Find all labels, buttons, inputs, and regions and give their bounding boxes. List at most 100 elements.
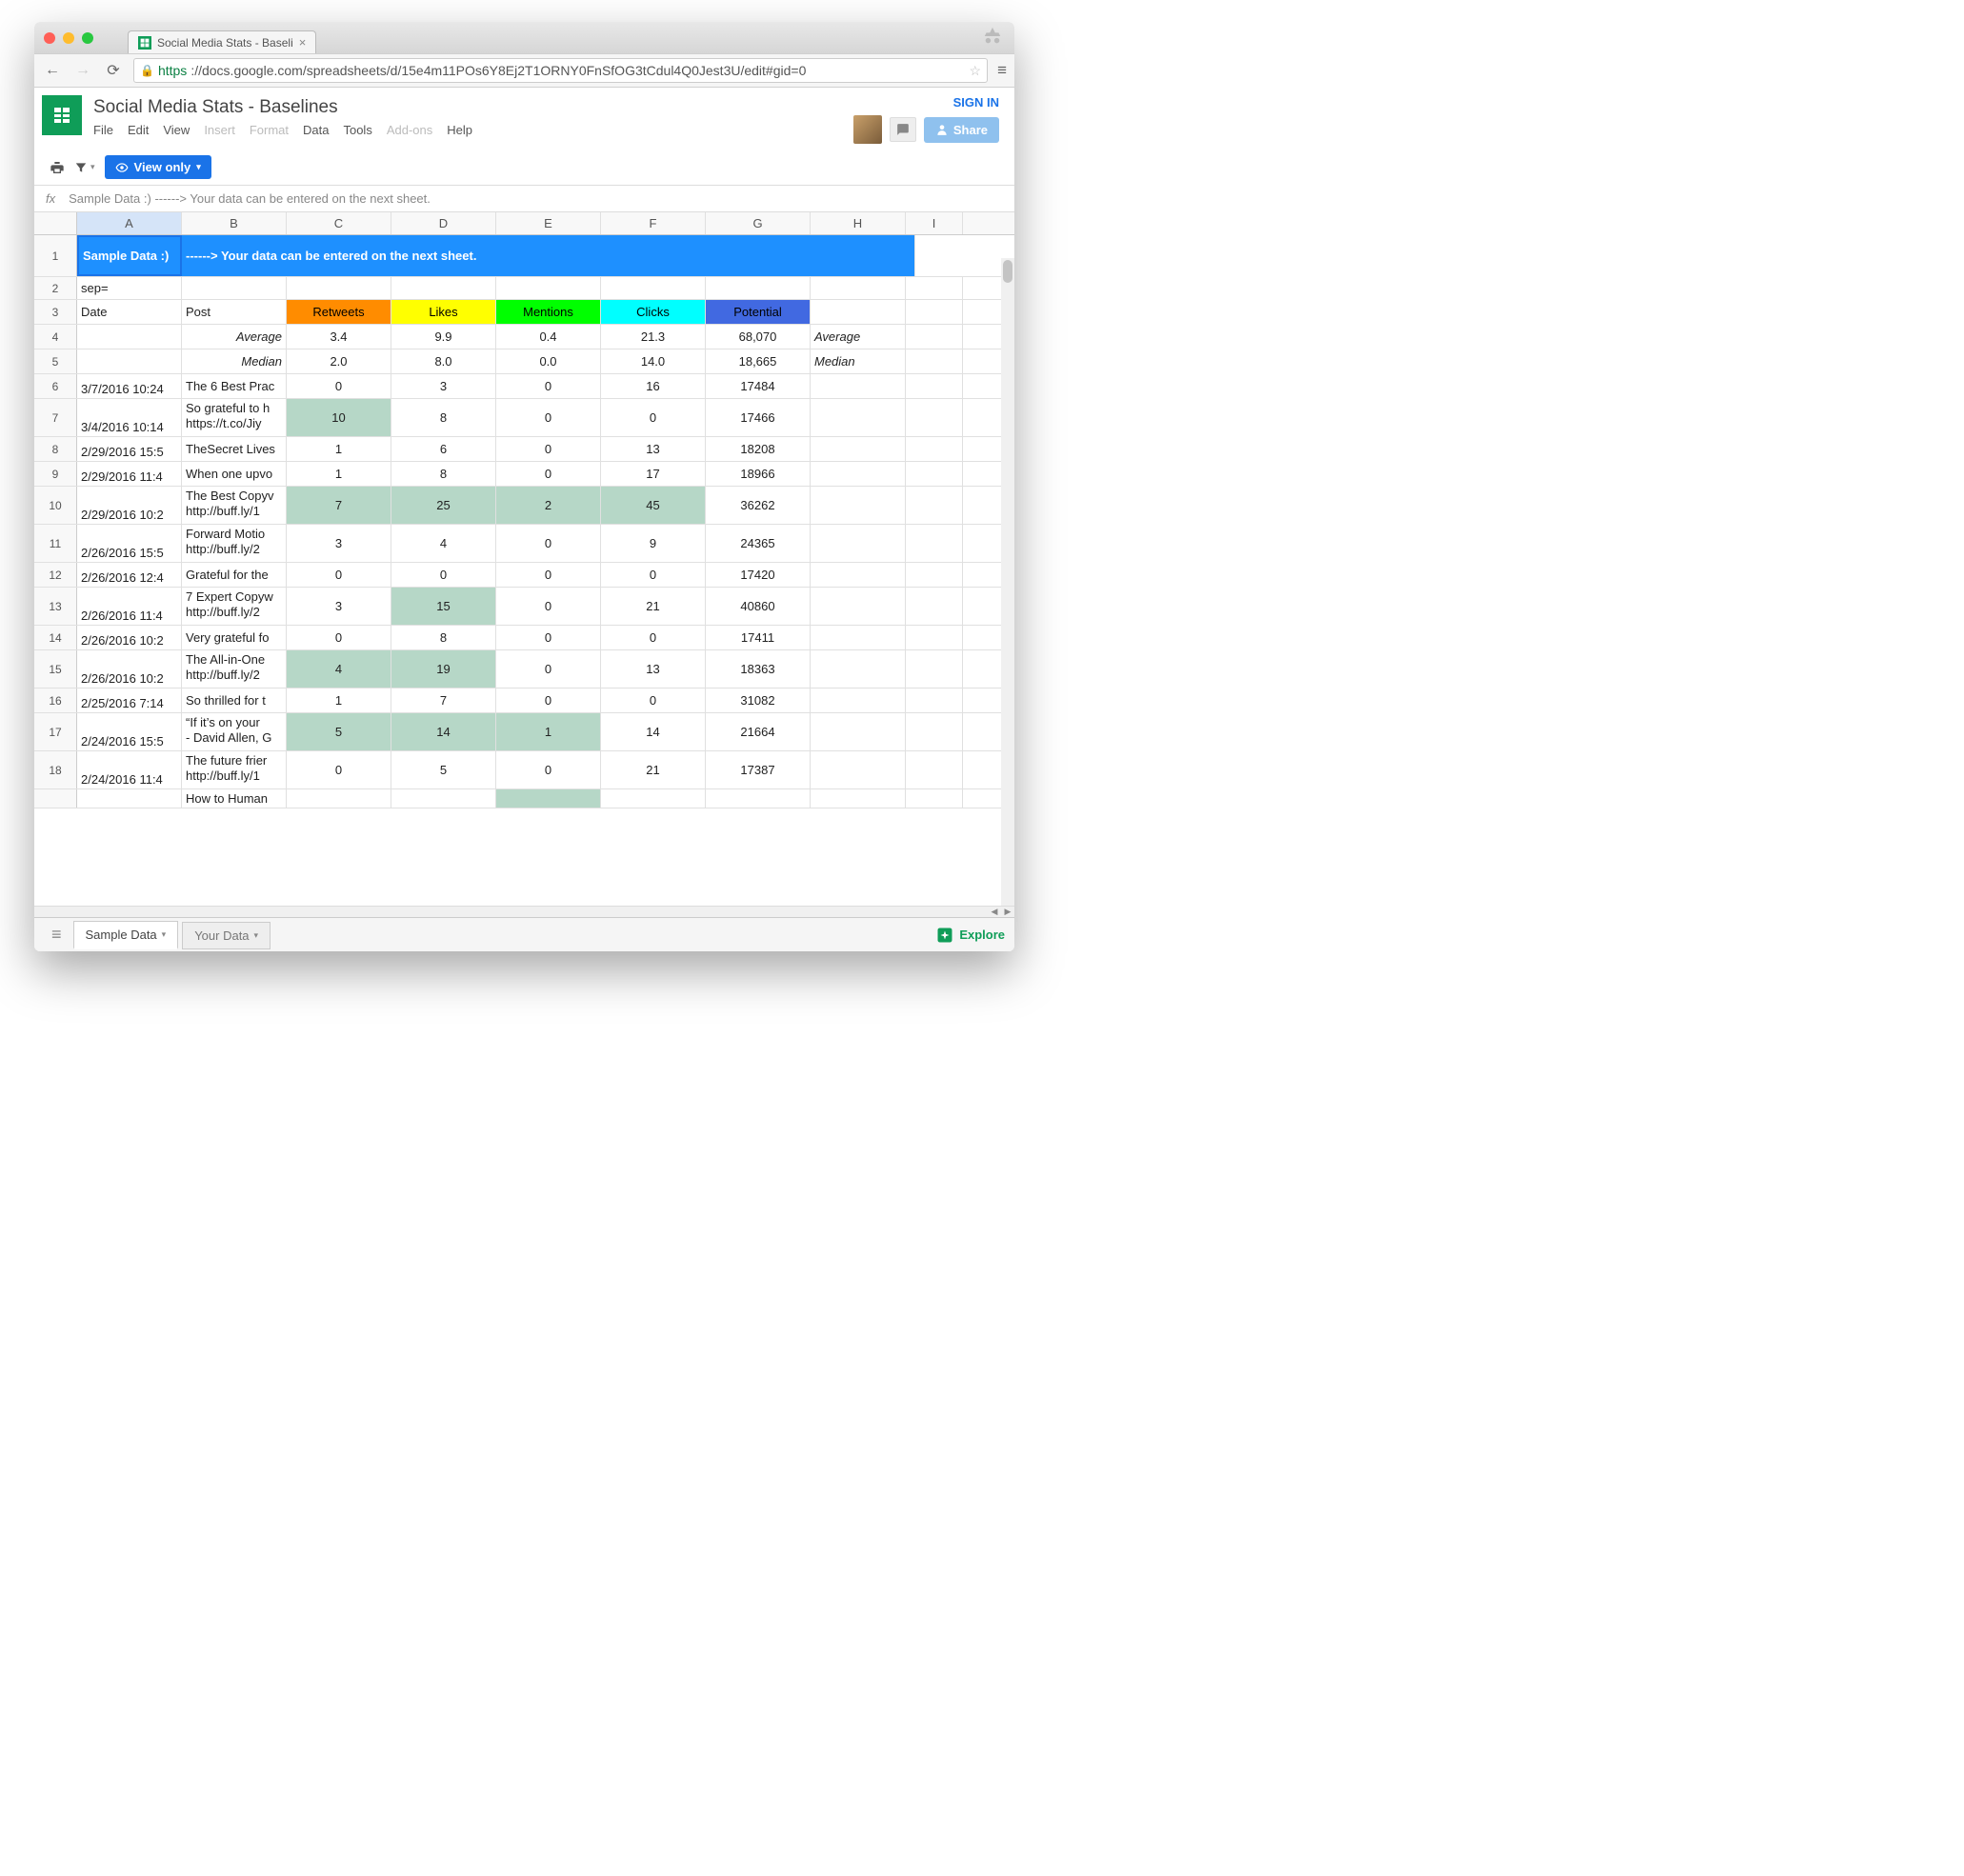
cell[interactable]	[287, 789, 391, 808]
cell[interactable]	[906, 525, 963, 562]
cell[interactable]: 14	[601, 713, 706, 750]
row-header[interactable]: 6	[34, 374, 77, 398]
cell[interactable]	[811, 626, 906, 649]
bookmark-star-icon[interactable]: ☆	[970, 63, 982, 79]
cell[interactable]: 0	[601, 399, 706, 436]
col-C[interactable]: C	[287, 212, 391, 234]
hdr-date[interactable]: Date	[77, 300, 182, 324]
cell[interactable]: 6	[391, 437, 496, 461]
cell[interactable]	[811, 462, 906, 486]
cell[interactable]: 0	[496, 626, 601, 649]
cell[interactable]	[906, 437, 963, 461]
url-field[interactable]: 🔒 https://docs.google.com/spreadsheets/d…	[133, 58, 988, 83]
cell[interactable]: 2	[496, 487, 601, 524]
cell-A2[interactable]: sep=	[77, 277, 182, 299]
row-header[interactable]: 11	[34, 525, 77, 562]
cell[interactable]	[811, 689, 906, 712]
row-header[interactable]: 5	[34, 349, 77, 373]
row-header[interactable]: 10	[34, 487, 77, 524]
avg-label[interactable]: Average	[182, 325, 287, 349]
cell[interactable]: 17484	[706, 374, 811, 398]
col-G[interactable]: G	[706, 212, 811, 234]
cell[interactable]: 3	[287, 588, 391, 625]
cell[interactable]: 0	[496, 437, 601, 461]
scroll-left-icon[interactable]: ◀	[988, 908, 1001, 917]
comments-button[interactable]	[890, 117, 916, 142]
hdr-mentions[interactable]: Mentions	[496, 300, 601, 324]
cell[interactable]: 0	[496, 399, 601, 436]
hdr-post[interactable]: Post	[182, 300, 287, 324]
hdr-retweets[interactable]: Retweets	[287, 300, 391, 324]
cell[interactable]: 5	[287, 713, 391, 750]
col-D[interactable]: D	[391, 212, 496, 234]
cell[interactable]: 3	[391, 374, 496, 398]
hdr-clicks[interactable]: Clicks	[601, 300, 706, 324]
cell[interactable]: 1	[287, 462, 391, 486]
forward-button[interactable]: →	[72, 60, 93, 81]
col-F[interactable]: F	[601, 212, 706, 234]
cell[interactable]: 3	[287, 525, 391, 562]
cell[interactable]	[601, 789, 706, 808]
cell[interactable]: The Best Copyvhttp://buff.ly/1	[182, 487, 287, 524]
cell[interactable]: 2/26/2016 11:4	[77, 588, 182, 625]
cell[interactable]	[496, 789, 601, 808]
row-header[interactable]: 15	[34, 650, 77, 688]
cell[interactable]: 25	[391, 487, 496, 524]
filter-button[interactable]: ▾	[74, 161, 95, 174]
row-header[interactable]: 16	[34, 689, 77, 712]
cell[interactable]: 1	[496, 713, 601, 750]
cell[interactable]: 17	[601, 462, 706, 486]
cell[interactable]: Forward Motiohttp://buff.ly/2	[182, 525, 287, 562]
browser-tab[interactable]: Social Media Stats - Baseli ×	[128, 30, 316, 53]
cell[interactable]: 1	[287, 689, 391, 712]
cell[interactable]: 21664	[706, 713, 811, 750]
cell[interactable]: How to Human	[182, 789, 287, 808]
cell[interactable]: The future frierhttp://buff.ly/1	[182, 751, 287, 788]
cell[interactable]: 13	[601, 437, 706, 461]
cell[interactable]: 0	[601, 563, 706, 587]
sign-in-link[interactable]: SIGN IN	[953, 95, 999, 110]
cell[interactable]: 0	[601, 689, 706, 712]
view-only-button[interactable]: View only ▾	[105, 155, 211, 179]
sheets-logo-icon[interactable]	[42, 95, 82, 135]
cell[interactable]	[906, 789, 963, 808]
cell[interactable]: 9	[601, 525, 706, 562]
cell[interactable]	[811, 713, 906, 750]
cell[interactable]	[811, 399, 906, 436]
cell[interactable]: 19	[391, 650, 496, 688]
cell[interactable]: 2/24/2016 15:5	[77, 713, 182, 750]
row-header[interactable]: 14	[34, 626, 77, 649]
cell-banner-rest[interactable]: ------> Your data can be entered on the …	[182, 235, 915, 276]
menu-file[interactable]: File	[93, 123, 113, 137]
cell[interactable]	[811, 650, 906, 688]
cell[interactable]	[811, 789, 906, 808]
print-button[interactable]	[50, 160, 65, 175]
cell[interactable]: 31082	[706, 689, 811, 712]
cell[interactable]: 8	[391, 626, 496, 649]
cell[interactable]: 2/29/2016 11:4	[77, 462, 182, 486]
cell[interactable]	[811, 751, 906, 788]
cell[interactable]: 7	[287, 487, 391, 524]
cell[interactable]: 10	[287, 399, 391, 436]
close-tab-icon[interactable]: ×	[299, 35, 307, 50]
cell[interactable]: 3/4/2016 10:14	[77, 399, 182, 436]
formula-bar[interactable]: fx Sample Data :) ------> Your data can …	[34, 186, 1014, 212]
cell[interactable]: 3/7/2016 10:24	[77, 374, 182, 398]
cell[interactable]	[811, 374, 906, 398]
cell[interactable]	[811, 563, 906, 587]
cell[interactable]: 1	[287, 437, 391, 461]
cell[interactable]: 0	[496, 374, 601, 398]
menu-view[interactable]: View	[163, 123, 190, 137]
cell[interactable]: 7 Expert Copywhttp://buff.ly/2	[182, 588, 287, 625]
cell[interactable]: 16	[601, 374, 706, 398]
reload-button[interactable]: ⟳	[103, 60, 124, 81]
row-header[interactable]: 7	[34, 399, 77, 436]
cell[interactable]: 17420	[706, 563, 811, 587]
cell[interactable]	[906, 751, 963, 788]
minimize-window-button[interactable]	[63, 32, 74, 44]
cell[interactable]: 5	[391, 751, 496, 788]
select-all-corner[interactable]	[34, 212, 77, 234]
row-header[interactable]: 18	[34, 751, 77, 788]
cell[interactable]: 0	[287, 626, 391, 649]
cell[interactable]: 0	[496, 462, 601, 486]
